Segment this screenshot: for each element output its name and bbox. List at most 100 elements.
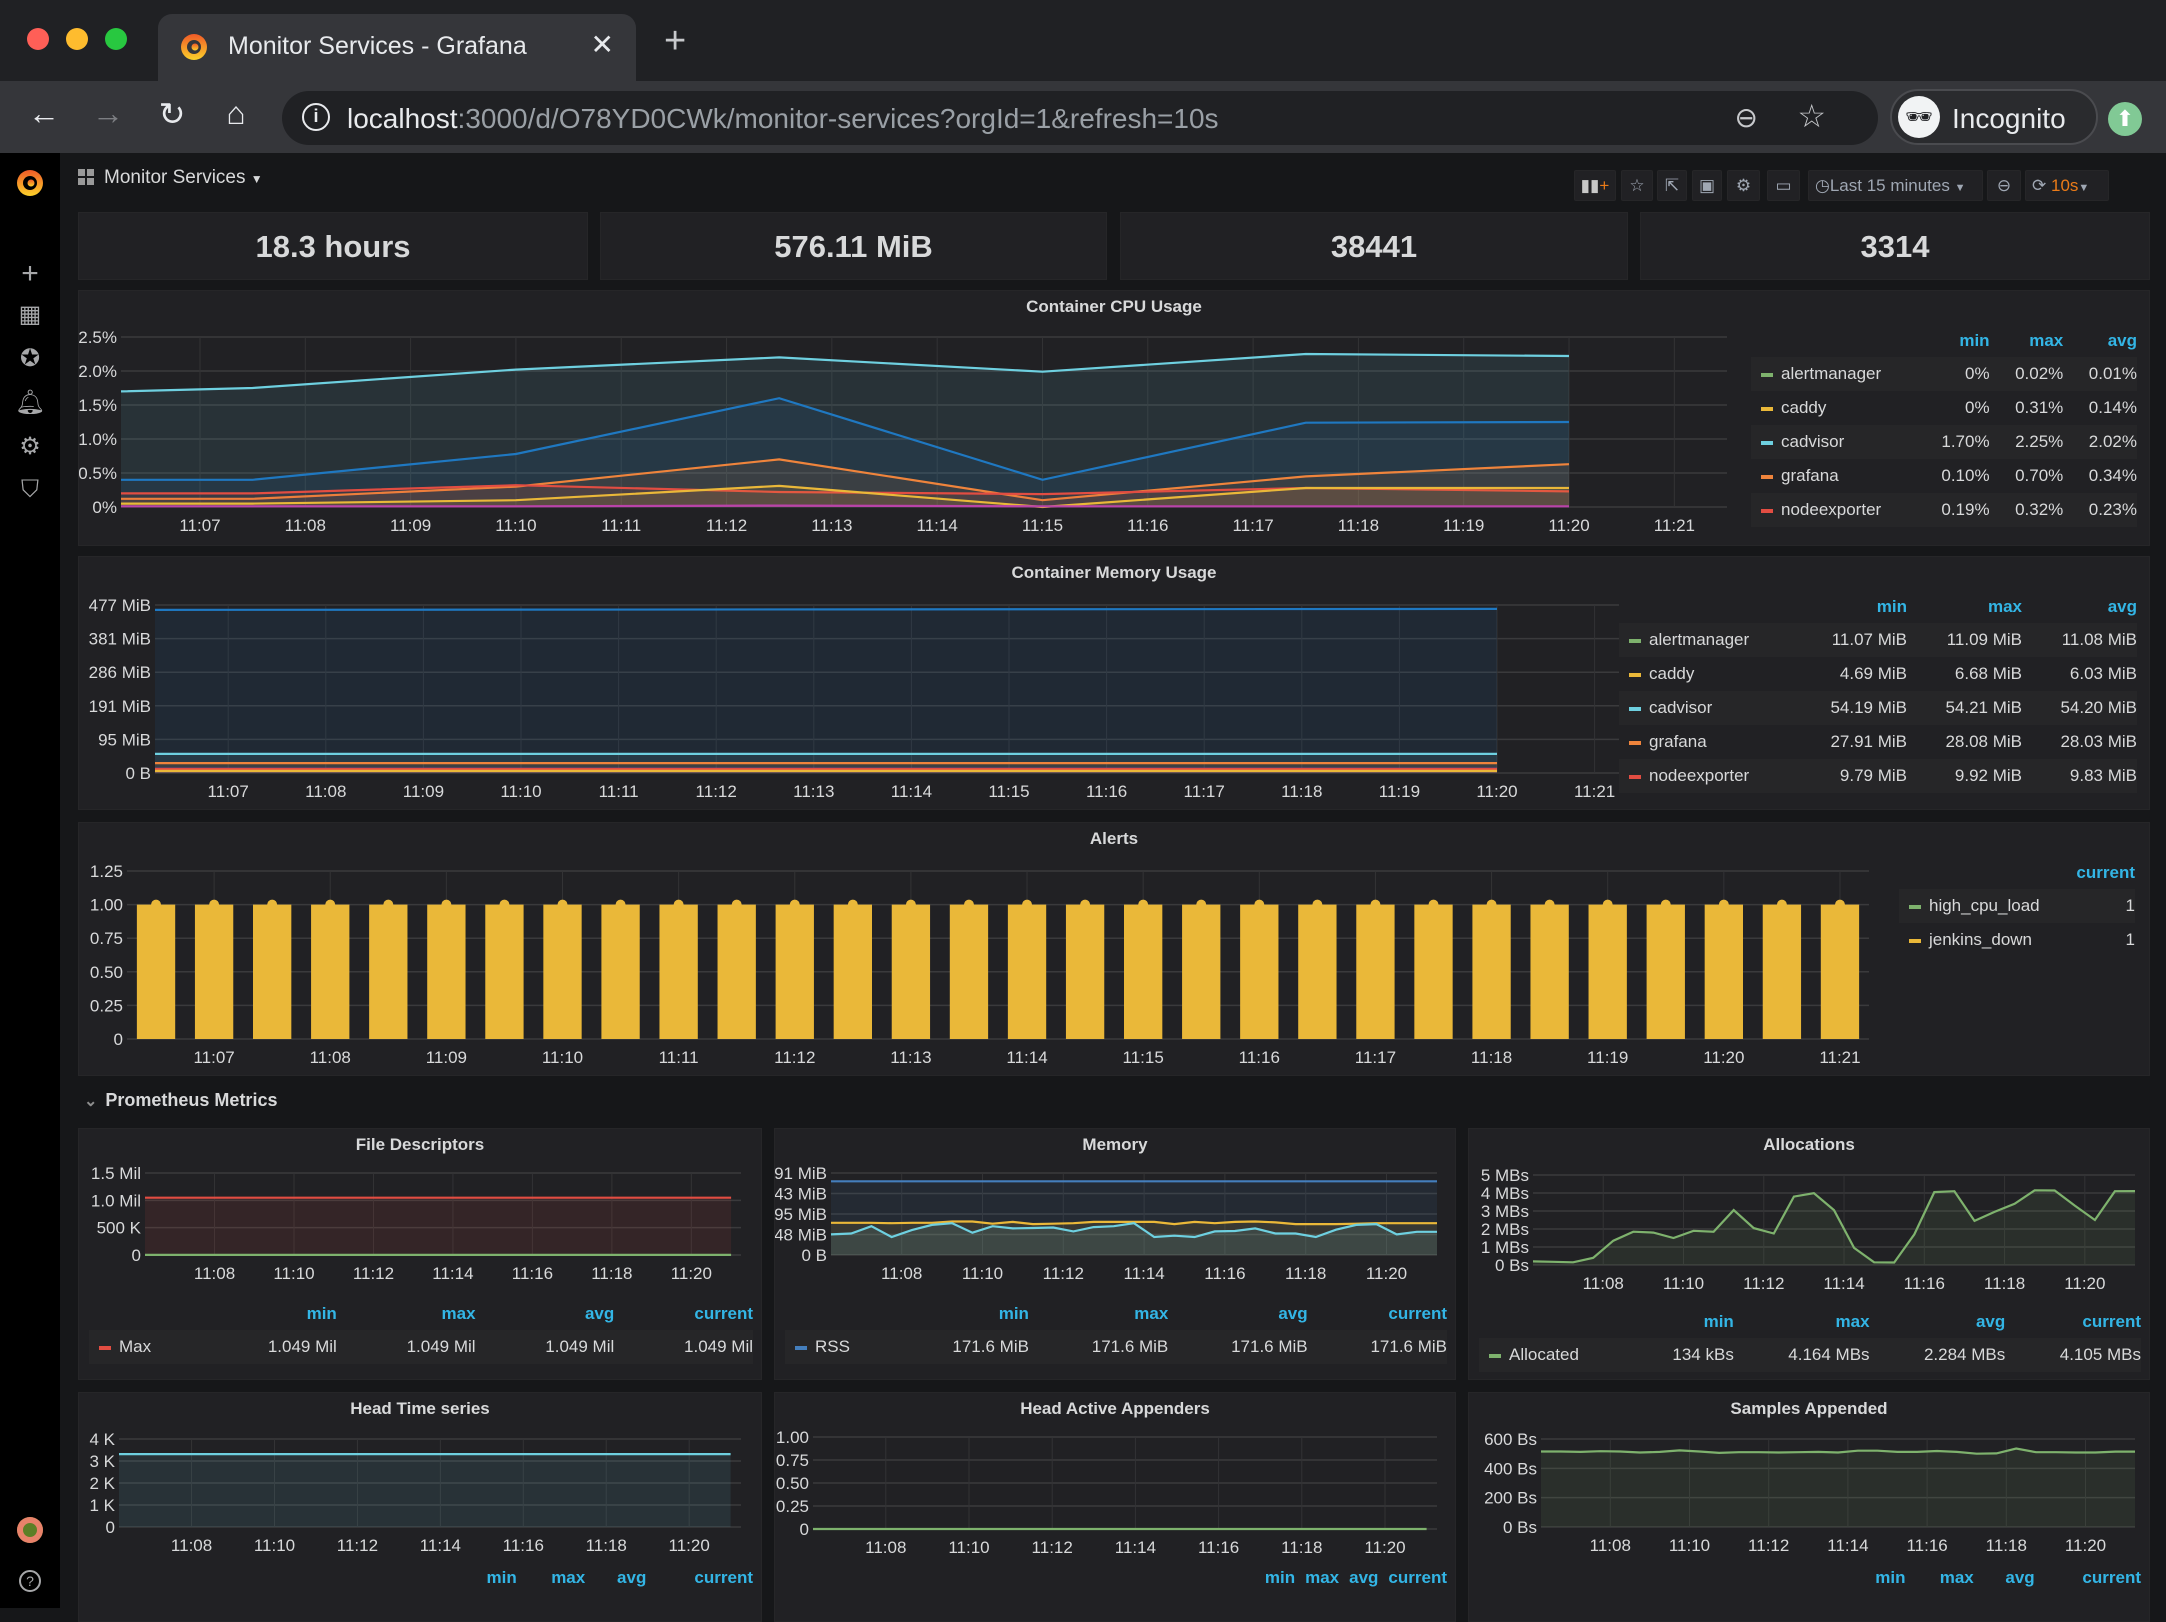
alert-bar[interactable] bbox=[1414, 905, 1452, 1039]
legend-label[interactable]: cadvisor bbox=[1649, 698, 1712, 717]
legend-header-max[interactable]: max bbox=[1905, 1568, 1973, 1594]
series-line-alertmanager[interactable] bbox=[121, 506, 1569, 507]
stat-panel-memory[interactable]: 576.11 MiB bbox=[600, 212, 1107, 280]
legend-header-avg[interactable]: avg bbox=[1870, 1312, 2006, 1338]
zoom-out-icon[interactable]: ⊖ bbox=[1735, 101, 1758, 134]
legend-header-max[interactable]: max bbox=[517, 1568, 585, 1594]
legend-label[interactable]: alertmanager bbox=[1781, 364, 1881, 383]
legend-label[interactable]: nodeexporter bbox=[1649, 766, 1749, 785]
legend-header-current[interactable]: current bbox=[646, 1568, 753, 1594]
legend-header-max[interactable]: max bbox=[1029, 1304, 1168, 1330]
configuration-gear-icon[interactable]: ⚙ bbox=[0, 432, 60, 461]
file-descriptors-panel[interactable]: File Descriptors 0500 K1.0 Mil1.5 Mil11:… bbox=[78, 1128, 762, 1380]
dashboards-grid-icon[interactable]: ▦ bbox=[0, 300, 60, 329]
user-avatar[interactable] bbox=[0, 1517, 60, 1550]
legend-header-max[interactable]: max bbox=[337, 1304, 476, 1330]
legend-header-max[interactable]: max bbox=[1295, 1568, 1339, 1594]
save-dashboard-button[interactable]: ▣ bbox=[1692, 170, 1722, 201]
close-window-button[interactable] bbox=[27, 28, 49, 50]
share-dashboard-button[interactable]: ⇱ bbox=[1657, 170, 1687, 201]
legend-header-current[interactable]: current bbox=[2058, 863, 2135, 889]
legend-row[interactable]: high_cpu_load1 bbox=[1899, 889, 2135, 923]
legend-color-swatch[interactable] bbox=[1629, 673, 1641, 677]
legend-color-swatch[interactable] bbox=[1629, 741, 1641, 745]
back-icon[interactable]: ← bbox=[24, 95, 64, 132]
head-active-appenders-panel[interactable]: Head Active Appenders 00.250.500.751.001… bbox=[774, 1392, 1456, 1622]
legend-header-avg[interactable]: avg bbox=[476, 1304, 615, 1330]
legend-color-swatch[interactable] bbox=[1761, 509, 1773, 513]
legend-color-swatch[interactable] bbox=[99, 1346, 111, 1350]
alert-bar[interactable] bbox=[718, 905, 756, 1039]
legend-header-min[interactable]: min bbox=[1255, 1568, 1295, 1594]
legend-color-swatch[interactable] bbox=[1761, 373, 1773, 377]
legend-row[interactable]: nodeexporter0.19%0.32%0.23% bbox=[1751, 493, 2137, 527]
allocations-panel[interactable]: Allocations 0 Bs1 MBs2 MBs3 MBs4 MBs5 MB… bbox=[1468, 1128, 2150, 1380]
series-line-samples[interactable] bbox=[1541, 1449, 2135, 1454]
alert-bar[interactable] bbox=[1763, 905, 1801, 1039]
server-admin-shield-icon[interactable]: ⛉ bbox=[0, 476, 60, 504]
legend-row[interactable]: jenkins_down1 bbox=[1899, 923, 2135, 957]
legend-color-swatch[interactable] bbox=[1489, 1354, 1501, 1358]
legend-label[interactable]: grafana bbox=[1649, 732, 1707, 751]
refresh-button[interactable]: ⟳ 10s▼ bbox=[2025, 170, 2109, 201]
legend-row[interactable]: RSS171.6 MiB171.6 MiB171.6 MiB171.6 MiB bbox=[785, 1330, 1447, 1364]
alert-bar[interactable] bbox=[1472, 905, 1510, 1039]
alert-bar[interactable] bbox=[834, 905, 872, 1039]
legend-header-max[interactable]: max bbox=[1734, 1312, 1870, 1338]
legend-header-max[interactable]: max bbox=[1990, 331, 2064, 357]
legend-color-swatch[interactable] bbox=[1761, 441, 1773, 445]
time-picker-button[interactable]: ◷Last 15 minutes ▼ bbox=[1808, 170, 1983, 201]
legend-header-avg[interactable]: avg bbox=[2063, 331, 2137, 357]
legend-row[interactable]: cadvisor1.70%2.25%2.02% bbox=[1751, 425, 2137, 459]
minimize-window-button[interactable] bbox=[66, 28, 88, 50]
legend-header-min[interactable]: min bbox=[1792, 597, 1907, 623]
legend-header-current[interactable]: current bbox=[2035, 1568, 2141, 1594]
home-icon[interactable]: ⌂ bbox=[216, 95, 256, 132]
legend-row[interactable]: Max1.049 Mil1.049 Mil1.049 Mil1.049 Mil bbox=[89, 1330, 753, 1364]
alert-bar[interactable] bbox=[950, 905, 988, 1039]
alert-bar[interactable] bbox=[253, 905, 291, 1039]
legend-label[interactable]: Max bbox=[119, 1337, 151, 1356]
dashboard-title-button[interactable]: Monitor Services ▼ bbox=[78, 167, 263, 189]
legend-header-max[interactable]: max bbox=[1907, 597, 2022, 623]
alert-bar[interactable] bbox=[1240, 905, 1278, 1039]
legend-row[interactable]: grafana27.91 MiB28.08 MiB28.03 MiB bbox=[1619, 725, 2137, 759]
maximize-window-button[interactable] bbox=[105, 28, 127, 50]
legend-row[interactable]: alertmanager11.07 MiB11.09 MiB11.08 MiB bbox=[1619, 623, 2137, 657]
alert-bar[interactable] bbox=[1066, 905, 1104, 1039]
legend-label[interactable]: caddy bbox=[1781, 398, 1826, 417]
legend-header-avg[interactable]: avg bbox=[585, 1568, 646, 1594]
explore-compass-icon[interactable]: ✪ bbox=[0, 344, 60, 373]
bookmark-star-icon[interactable]: ☆ bbox=[1797, 97, 1826, 135]
legend-row[interactable]: cadvisor54.19 MiB54.21 MiB54.20 MiB bbox=[1619, 691, 2137, 725]
legend-label[interactable]: grafana bbox=[1781, 466, 1839, 485]
alert-bar[interactable] bbox=[1530, 905, 1568, 1039]
alert-bar[interactable] bbox=[543, 905, 581, 1039]
zoom-out-time-button[interactable]: ⊖ bbox=[1987, 170, 2021, 201]
legend-label[interactable]: RSS bbox=[815, 1337, 850, 1356]
incognito-profile-button[interactable]: 🕶 Incognito bbox=[1890, 89, 2098, 145]
update-available-icon[interactable]: ⬆ bbox=[2108, 102, 2142, 136]
legend-row[interactable]: caddy0%0.31%0.14% bbox=[1751, 391, 2137, 425]
legend-header-min[interactable]: min bbox=[198, 1304, 337, 1330]
legend-color-swatch[interactable] bbox=[795, 1346, 807, 1350]
legend-header-min[interactable]: min bbox=[890, 1304, 1029, 1330]
legend-label[interactable]: alertmanager bbox=[1649, 630, 1749, 649]
memory-panel[interactable]: Memory 0 B48 MiB95 MiB143 MiB191 MiB11:0… bbox=[774, 1128, 1456, 1380]
legend-header-avg[interactable]: avg bbox=[2022, 597, 2137, 623]
legend-color-swatch[interactable] bbox=[1761, 407, 1773, 411]
legend-header-avg[interactable]: avg bbox=[1168, 1304, 1307, 1330]
legend-color-swatch[interactable] bbox=[1909, 905, 1921, 909]
create-plus-icon[interactable]: + bbox=[0, 257, 60, 291]
alert-bar[interactable] bbox=[1821, 905, 1859, 1039]
add-panel-button[interactable]: ▮▮+ bbox=[1574, 170, 1616, 201]
tab-close-icon[interactable]: ✕ bbox=[591, 28, 614, 61]
legend-row[interactable]: nodeexporter9.79 MiB9.92 MiB9.83 MiB bbox=[1619, 759, 2137, 793]
forward-icon[interactable]: → bbox=[88, 95, 128, 132]
alert-bar[interactable] bbox=[1008, 905, 1046, 1039]
url-text[interactable]: localhost:3000/d/O78YD0CWk/monitor-servi… bbox=[347, 103, 1219, 135]
browser-tab[interactable]: Monitor Services - Grafana ✕ bbox=[158, 14, 636, 81]
reload-icon[interactable]: ↻ bbox=[152, 95, 192, 133]
alert-bar[interactable] bbox=[485, 905, 523, 1039]
legend-label[interactable]: caddy bbox=[1649, 664, 1694, 683]
